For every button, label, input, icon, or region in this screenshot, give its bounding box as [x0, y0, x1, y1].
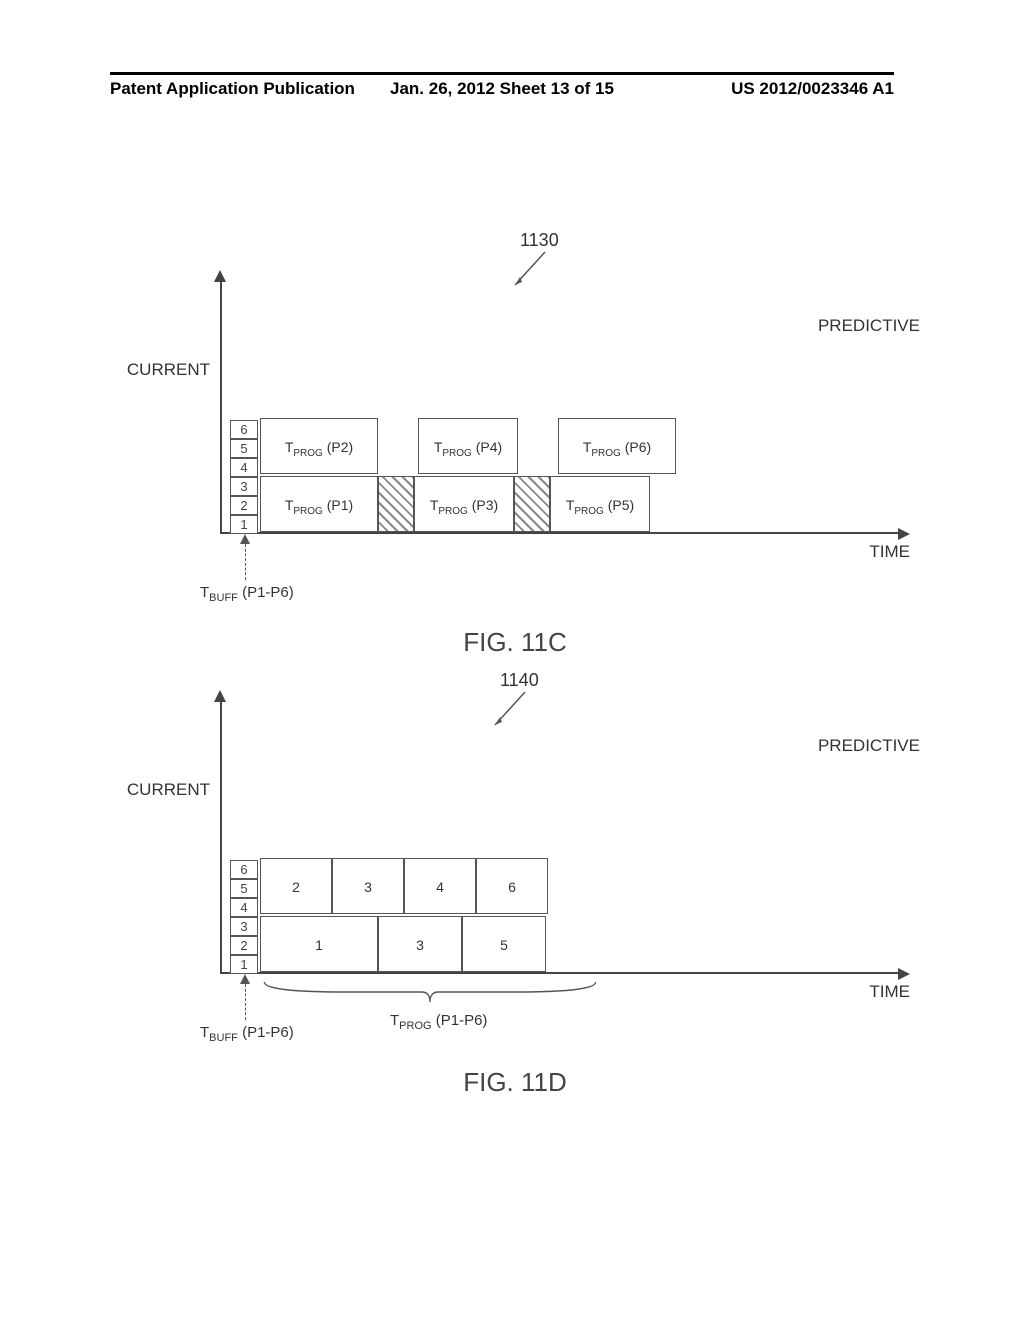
reference-number-1130: 1130 [520, 230, 559, 251]
prog-block: 5 [462, 916, 546, 972]
prog-block: 3 [378, 916, 462, 972]
y-axis-label: CURRENT [120, 780, 210, 800]
y-axis [220, 280, 222, 534]
brace-icon [260, 980, 600, 1004]
prog-block: 4 [404, 858, 476, 914]
tbuff-cell: 1 [230, 955, 258, 974]
leader-line-icon [490, 690, 530, 730]
leader-line-icon [510, 250, 550, 290]
tprog-block: TPROG (P4) [418, 418, 518, 474]
arrow-up-icon [214, 690, 226, 702]
lane-top: TPROG (P2) TPROG (P4) TPROG (P6) [260, 418, 676, 476]
tbuff-cell: 6 [230, 860, 258, 879]
predictive-label: PREDICTIVE [818, 736, 920, 756]
idle-hatched-block [514, 476, 550, 532]
tbuff-cell: 3 [230, 917, 258, 936]
lane-gap [378, 418, 418, 474]
x-axis-label: TIME [869, 542, 910, 562]
reference-number-1140: 1140 [500, 670, 539, 691]
tbuff-cell: 6 [230, 420, 258, 439]
figure-caption: FIG. 11D [120, 1067, 910, 1098]
tprog-span-label: TPROG (P1-P6) [390, 1012, 487, 1032]
lane-bottom: TPROG (P1) TPROG (P3) TPROG (P5) [260, 476, 650, 534]
idle-hatched-block [378, 476, 414, 532]
lane-gap [518, 418, 558, 474]
arrow-right-icon [898, 968, 910, 980]
tbuff-cell: 1 [230, 515, 258, 534]
page-header: Patent Application Publication Jan. 26, … [110, 72, 894, 103]
tbuff-stack: 654321 [230, 860, 258, 974]
tbuff-stack: 654321 [230, 420, 258, 534]
tbuff-cell: 5 [230, 439, 258, 458]
tbuff-label: TBUFF (P1-P6) [200, 584, 294, 604]
page: Patent Application Publication Jan. 26, … [0, 0, 1024, 1320]
tprog-block: TPROG (P5) [550, 476, 650, 532]
y-axis-label: CURRENT [120, 360, 210, 380]
prog-block: 1 [260, 916, 378, 972]
tbuff-cell: 5 [230, 879, 258, 898]
tbuff-cell: 2 [230, 936, 258, 955]
header-left: Patent Application Publication [110, 75, 371, 103]
tbuff-cell: 4 [230, 458, 258, 477]
tbuff-pointer-icon [236, 534, 256, 580]
prog-block: 3 [332, 858, 404, 914]
tprog-block: TPROG (P6) [558, 418, 676, 474]
predictive-label: PREDICTIVE [818, 316, 920, 336]
tbuff-label: TBUFF (P1-P6) [200, 1024, 294, 1044]
x-axis-label: TIME [869, 982, 910, 1002]
prog-block: 6 [476, 858, 548, 914]
tbuff-cell: 4 [230, 898, 258, 917]
tprog-block: TPROG (P2) [260, 418, 378, 474]
y-axis [220, 700, 222, 974]
tbuff-pointer-icon [236, 974, 256, 1020]
lane-bottom: 135 [260, 916, 546, 974]
lane-top: 2346 [260, 858, 548, 916]
tbuff-cell: 2 [230, 496, 258, 515]
figure-11c: 1130 CURRENT TIME PREDICTIVE 654321 TPRO… [120, 260, 910, 620]
figure-caption: FIG. 11C [120, 627, 910, 658]
tprog-block: TPROG (P3) [414, 476, 514, 532]
tbuff-cell: 3 [230, 477, 258, 496]
figure-11d: 1140 CURRENT TIME PREDICTIVE 654321 2346… [120, 680, 910, 1060]
prog-block: 2 [260, 858, 332, 914]
arrow-up-icon [214, 270, 226, 282]
header-right: US 2012/0023346 A1 [633, 75, 894, 103]
tprog-block: TPROG (P1) [260, 476, 378, 532]
arrow-right-icon [898, 528, 910, 540]
header-middle: Jan. 26, 2012 Sheet 13 of 15 [371, 75, 632, 103]
